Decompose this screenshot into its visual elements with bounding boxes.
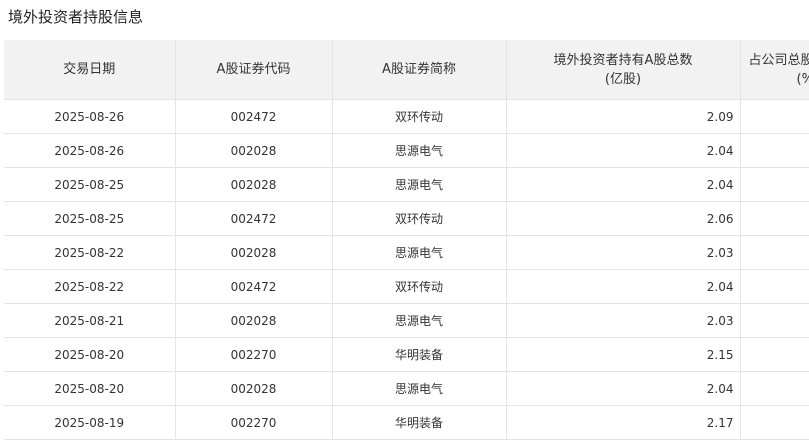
- cell-share-ratio: [740, 303, 809, 338]
- cell-trade-date: 2025-08-25: [4, 201, 176, 236]
- cell-stock-code: 002472: [175, 269, 333, 304]
- table-row[interactable]: 2025-08-25 002028 思源电气 2.04: [4, 167, 809, 202]
- header-trade-date[interactable]: 交易日期: [4, 40, 176, 100]
- table-row[interactable]: 2025-08-25 002472 双环传动 2.06: [4, 201, 809, 236]
- cell-trade-date: 2025-08-25: [4, 167, 176, 202]
- cell-stock-name: 华明装备: [332, 337, 507, 372]
- cell-share-ratio: [740, 133, 809, 168]
- cell-foreign-holding: 2.15: [506, 337, 741, 372]
- cell-foreign-holding: 2.03: [506, 235, 741, 270]
- cell-share-ratio: [740, 337, 809, 372]
- header-stock-code[interactable]: A股证券代码: [175, 40, 333, 100]
- table-header-row: 交易日期 A股证券代码 A股证券简称 境外投资者持有A股总数 (亿股) 占公司总…: [4, 40, 809, 100]
- header-foreign-holding-line1: 境外投资者持有A股总数: [553, 52, 693, 68]
- cell-stock-code: 002472: [175, 99, 333, 134]
- cell-share-ratio: [740, 99, 809, 134]
- cell-stock-name: 思源电气: [332, 303, 507, 338]
- cell-trade-date: 2025-08-26: [4, 99, 176, 134]
- cell-share-ratio: [740, 235, 809, 270]
- cell-foreign-holding: 2.09: [506, 99, 741, 134]
- cell-trade-date: 2025-08-22: [4, 235, 176, 270]
- header-stock-name[interactable]: A股证券简称: [332, 40, 507, 100]
- table-row[interactable]: 2025-08-21 002028 思源电气 2.03: [4, 303, 809, 338]
- cell-stock-code: 002028: [175, 133, 333, 168]
- cell-trade-date: 2025-08-20: [4, 371, 176, 406]
- cell-foreign-holding: 2.03: [506, 303, 741, 338]
- table-body: 2025-08-26 002472 双环传动 2.09 2025-08-26 002028…: [4, 99, 809, 440]
- header-share-ratio[interactable]: 占公司总股本 (%): [740, 40, 809, 100]
- table-row[interactable]: 2025-08-19 002270 华明装备 2.17: [4, 405, 809, 440]
- cell-foreign-holding: 2.06: [506, 201, 741, 236]
- header-share-ratio-line1: 占公司总股本: [748, 52, 809, 68]
- cell-foreign-holding: 2.04: [506, 269, 741, 304]
- header-foreign-holding[interactable]: 境外投资者持有A股总数 (亿股): [506, 40, 741, 100]
- cell-stock-name: 思源电气: [332, 167, 507, 202]
- cell-share-ratio: [740, 405, 809, 440]
- cell-foreign-holding: 2.04: [506, 371, 741, 406]
- cell-foreign-holding: 2.04: [506, 133, 741, 168]
- cell-stock-name: 华明装备: [332, 405, 507, 440]
- cell-share-ratio: [740, 371, 809, 406]
- cell-stock-code: 002270: [175, 405, 333, 440]
- cell-share-ratio: [740, 201, 809, 236]
- table-row[interactable]: 2025-08-26 002028 思源电气 2.04: [4, 133, 809, 168]
- cell-foreign-holding: 2.17: [506, 405, 741, 440]
- header-foreign-holding-line2: (亿股): [604, 71, 642, 87]
- holdings-table-container: 交易日期 A股证券代码 A股证券简称 境外投资者持有A股总数 (亿股) 占公司总…: [4, 40, 809, 440]
- table-row[interactable]: 2025-08-22 002028 思源电气 2.03: [4, 235, 809, 270]
- cell-trade-date: 2025-08-22: [4, 269, 176, 304]
- cell-stock-code: 002028: [175, 371, 333, 406]
- table-row[interactable]: 2025-08-22 002472 双环传动 2.04: [4, 269, 809, 304]
- cell-stock-code: 002028: [175, 235, 333, 270]
- cell-stock-name: 双环传动: [332, 269, 507, 304]
- cell-trade-date: 2025-08-19: [4, 405, 176, 440]
- cell-foreign-holding: 2.04: [506, 167, 741, 202]
- cell-stock-code: 002028: [175, 303, 333, 338]
- cell-stock-code: 002028: [175, 167, 333, 202]
- cell-stock-name: 思源电气: [332, 235, 507, 270]
- cell-stock-code: 002270: [175, 337, 333, 372]
- cell-trade-date: 2025-08-20: [4, 337, 176, 372]
- cell-trade-date: 2025-08-21: [4, 303, 176, 338]
- table-header: 交易日期 A股证券代码 A股证券简称 境外投资者持有A股总数 (亿股) 占公司总…: [4, 40, 809, 100]
- cell-stock-name: 双环传动: [332, 99, 507, 134]
- header-share-ratio-line2: (%): [796, 71, 809, 87]
- table-row[interactable]: 2025-08-26 002472 双环传动 2.09: [4, 99, 809, 134]
- cell-stock-name: 思源电气: [332, 133, 507, 168]
- holdings-table: 交易日期 A股证券代码 A股证券简称 境外投资者持有A股总数 (亿股) 占公司总…: [4, 40, 809, 440]
- cell-stock-code: 002472: [175, 201, 333, 236]
- cell-stock-name: 双环传动: [332, 201, 507, 236]
- cell-share-ratio: [740, 269, 809, 304]
- cell-share-ratio: [740, 167, 809, 202]
- page-title: 境外投资者持股信息: [8, 8, 144, 26]
- table-row[interactable]: 2025-08-20 002270 华明装备 2.15: [4, 337, 809, 372]
- cell-trade-date: 2025-08-26: [4, 133, 176, 168]
- table-row[interactable]: 2025-08-20 002028 思源电气 2.04: [4, 371, 809, 406]
- cell-stock-name: 思源电气: [332, 371, 507, 406]
